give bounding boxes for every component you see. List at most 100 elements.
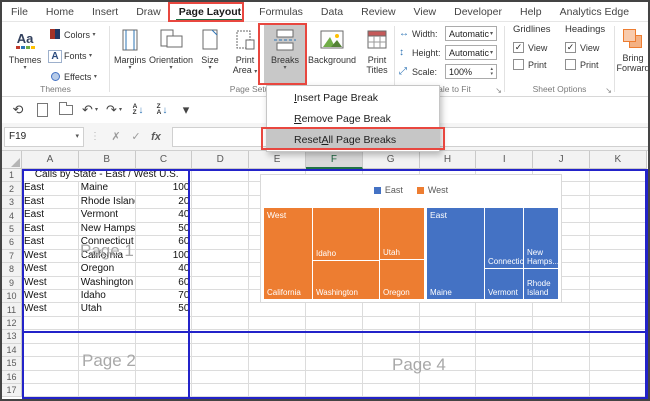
cell-empty[interactable] bbox=[590, 344, 647, 357]
cell-empty[interactable] bbox=[420, 303, 477, 316]
background-button[interactable]: Background bbox=[306, 24, 358, 84]
cell-empty[interactable] bbox=[306, 384, 363, 397]
cell-empty[interactable] bbox=[533, 357, 590, 370]
name-box[interactable]: F19 ▾ bbox=[4, 127, 84, 147]
cell-empty[interactable] bbox=[192, 223, 249, 236]
fonts-button[interactable]: A Fonts ▾ bbox=[48, 47, 97, 65]
cell-value[interactable]: 50 bbox=[136, 223, 193, 236]
bring-forward-button[interactable]: Bring Forward bbox=[615, 22, 650, 82]
name-box-dropdown-icon[interactable]: ▾ bbox=[75, 134, 79, 140]
row-header-10[interactable]: 10 bbox=[2, 290, 22, 303]
cell-empty[interactable] bbox=[192, 169, 249, 182]
cell-empty[interactable] bbox=[192, 277, 249, 290]
tab-data[interactable]: Data bbox=[312, 2, 352, 22]
cell-empty[interactable] bbox=[192, 263, 249, 276]
insert-function-icon[interactable]: fx bbox=[146, 131, 166, 143]
sort-descending-icon[interactable]: ZA↓ bbox=[152, 100, 172, 120]
cell-empty[interactable] bbox=[590, 384, 647, 397]
print-titles-button[interactable]: Print Titles bbox=[358, 24, 396, 84]
cell-value[interactable] bbox=[136, 384, 193, 397]
cell-empty[interactable] bbox=[363, 303, 420, 316]
row-header-17[interactable]: 17 bbox=[2, 384, 22, 397]
more-commands-icon[interactable]: ▾ bbox=[176, 100, 196, 120]
cell-empty[interactable] bbox=[306, 344, 363, 357]
cell-empty[interactable] bbox=[476, 317, 533, 330]
tab-draw[interactable]: Draw bbox=[127, 2, 170, 22]
cell-empty[interactable] bbox=[590, 236, 647, 249]
cell-state[interactable]: Washington bbox=[79, 277, 136, 290]
open-folder-icon[interactable] bbox=[56, 100, 76, 120]
cell-empty[interactable] bbox=[590, 290, 647, 303]
column-header-B[interactable]: B bbox=[79, 151, 136, 169]
size-button[interactable]: Size ▾ bbox=[194, 24, 226, 84]
cell-empty[interactable] bbox=[533, 384, 590, 397]
cell-empty[interactable] bbox=[363, 384, 420, 397]
width-select[interactable]: Automatic▾ bbox=[445, 26, 497, 41]
cell-state[interactable]: Utah bbox=[79, 303, 136, 316]
cell-empty[interactable] bbox=[192, 236, 249, 249]
tab-insert[interactable]: Insert bbox=[83, 2, 127, 22]
column-header-G[interactable]: G bbox=[363, 151, 420, 169]
select-all-corner[interactable] bbox=[2, 151, 22, 169]
enter-icon[interactable]: ✓ bbox=[126, 130, 146, 143]
cell-value[interactable] bbox=[136, 357, 193, 370]
rotate-redo-icon[interactable]: ⟲ bbox=[8, 100, 28, 120]
gridlines-view-checkbox[interactable]: ✓View bbox=[513, 39, 563, 56]
cell-empty[interactable] bbox=[590, 182, 647, 195]
tab-developer[interactable]: Developer bbox=[445, 2, 511, 22]
scale-to-fit-dialog-launcher-icon[interactable]: ↘ bbox=[495, 86, 502, 95]
column-header-I[interactable]: I bbox=[476, 151, 533, 169]
cell-empty[interactable] bbox=[590, 371, 647, 384]
row-header-8[interactable]: 8 bbox=[2, 263, 22, 276]
cell-empty[interactable] bbox=[306, 303, 363, 316]
orientation-button[interactable]: Orientation ▾ bbox=[148, 24, 194, 84]
cell-empty[interactable] bbox=[590, 196, 647, 209]
cell-state[interactable]: New Hampshire bbox=[79, 223, 136, 236]
colors-button[interactable]: Colors ▾ bbox=[48, 26, 97, 44]
cell-empty[interactable] bbox=[192, 209, 249, 222]
headings-view-checkbox[interactable]: ✓View bbox=[565, 39, 615, 56]
tab-analytics-edge[interactable]: Analytics Edge bbox=[551, 2, 638, 22]
cell-empty[interactable] bbox=[533, 317, 590, 330]
cell-empty[interactable] bbox=[192, 182, 249, 195]
cell-region[interactable] bbox=[22, 384, 79, 397]
breaks-button[interactable]: Breaks ▾ bbox=[264, 24, 306, 84]
cell-empty[interactable] bbox=[476, 384, 533, 397]
cell-empty[interactable] bbox=[192, 196, 249, 209]
height-select[interactable]: Automatic▾ bbox=[445, 45, 497, 60]
cell-state[interactable]: Vermont bbox=[79, 209, 136, 222]
tab-pdf[interactable]: PDF bbox=[638, 2, 648, 22]
cell-region[interactable]: East bbox=[22, 209, 79, 222]
cell-empty[interactable] bbox=[420, 317, 477, 330]
tab-file[interactable]: File bbox=[2, 2, 37, 22]
page-break-line-vertical[interactable] bbox=[188, 169, 190, 400]
cell-empty[interactable] bbox=[192, 371, 249, 384]
cell-state[interactable]: Oregon bbox=[79, 263, 136, 276]
menu-item-reset-all-page-breaks[interactable]: Reset All Page Breaks bbox=[267, 129, 439, 150]
row-header-5[interactable]: 5 bbox=[2, 223, 22, 236]
cell-empty[interactable] bbox=[192, 344, 249, 357]
row-header-11[interactable]: 11 bbox=[2, 303, 22, 316]
column-header-D[interactable]: D bbox=[192, 151, 249, 169]
cell-empty[interactable] bbox=[533, 303, 590, 316]
cell-region[interactable]: West bbox=[22, 290, 79, 303]
treemap-block-utah[interactable]: Utah bbox=[380, 208, 424, 259]
cell-empty[interactable] bbox=[192, 384, 249, 397]
cell-empty[interactable] bbox=[306, 371, 363, 384]
cell-title[interactable]: Calls by State - East / West U.S. bbox=[22, 169, 192, 182]
tab-page-layout[interactable]: Page Layout bbox=[170, 2, 250, 22]
treemap-block-connecticut[interactable]: Connectic... bbox=[485, 208, 523, 268]
redo-icon[interactable]: ↷▾ bbox=[104, 100, 124, 120]
treemap-block-maine[interactable]: EastMaine bbox=[427, 208, 484, 299]
page-break-line-horizontal[interactable] bbox=[22, 331, 648, 333]
row-header-7[interactable]: 7 bbox=[2, 250, 22, 263]
cell-empty[interactable] bbox=[590, 263, 647, 276]
cell-value[interactable]: 60 bbox=[136, 277, 193, 290]
column-header-F[interactable]: F bbox=[306, 151, 363, 169]
undo-icon[interactable]: ↶▾ bbox=[80, 100, 100, 120]
cell-empty[interactable] bbox=[192, 250, 249, 263]
cell-empty[interactable] bbox=[590, 223, 647, 236]
cell-region[interactable] bbox=[22, 317, 79, 330]
row-header-6[interactable]: 6 bbox=[2, 236, 22, 249]
cell-value[interactable] bbox=[136, 371, 193, 384]
